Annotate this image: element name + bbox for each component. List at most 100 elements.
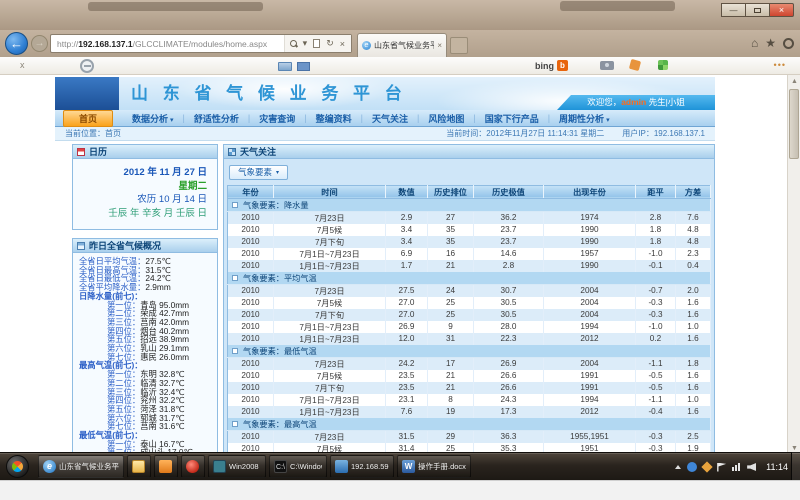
cell: -0.5	[636, 382, 676, 394]
nav-item-2[interactable]: 舒适性分析	[185, 112, 248, 125]
col-header-6: 距平	[636, 185, 676, 198]
minimize-button[interactable]: —	[721, 3, 746, 17]
cell: 25	[428, 297, 474, 309]
stop-icon[interactable]: ×	[337, 39, 348, 49]
taskbar-button-4[interactable]: Win2008 (VS2...	[208, 455, 266, 478]
taskbar-button-5[interactable]: C:\C:\Windows\s...	[269, 455, 327, 478]
sidebar: 日历 2012 年 11 月 27 日 星期二 农历 10 月 14 日 壬辰 …	[72, 144, 218, 455]
cell: 1月1日~7月23日	[274, 260, 386, 272]
browser-tab[interactable]: e 山东省气候业务平... ×	[357, 33, 447, 57]
network-icon[interactable]	[732, 463, 741, 471]
cell: -0.4	[636, 406, 676, 418]
nav-item-0[interactable]: 首页	[63, 110, 113, 127]
taskbar-button-2[interactable]	[154, 455, 178, 478]
taskbar-button-7[interactable]: W操作手册.docx ...	[397, 455, 471, 478]
blocked-popup-icon[interactable]	[80, 59, 94, 73]
cell: 2010	[228, 248, 274, 260]
search-icon[interactable]	[290, 40, 298, 48]
tab-close-icon[interactable]: ×	[434, 41, 442, 50]
expand-box-icon[interactable]	[232, 421, 238, 427]
close-button[interactable]: ×	[769, 3, 794, 17]
cell: 21	[428, 382, 474, 394]
tab-title: 山东省气候业务平...	[374, 40, 434, 51]
group-label-cell[interactable]: 气象要素：最高气温	[228, 418, 711, 431]
cell: 2010	[228, 224, 274, 236]
nav-item-6[interactable]: 风险地图	[419, 112, 473, 125]
nav-item-8[interactable]: 周期性分析▾	[550, 112, 619, 125]
volume-icon[interactable]	[747, 463, 756, 471]
cell: 12.0	[386, 333, 428, 345]
element-selector-button[interactable]: 气象要素 ▾	[229, 165, 288, 180]
group-label-cell[interactable]: 气象要素：降水量	[228, 198, 711, 211]
browser-action-icons: ⌂ ★	[751, 36, 794, 50]
cell: 27	[428, 211, 474, 224]
content-row: 日历 2012 年 11 月 27 日 星期二 农历 10 月 14 日 壬辰 …	[55, 141, 715, 455]
nav-item-7[interactable]: 国家下行产品	[476, 112, 548, 125]
cell: 7月下旬	[274, 236, 386, 248]
update-icon[interactable]	[701, 461, 712, 472]
search-dropdown-icon[interactable]: ▾	[300, 38, 311, 49]
nav-item-3[interactable]: 灾害查询	[250, 112, 304, 125]
browser-viewport: 山 东 省 气 候 业 务 平 台 欢迎您，admin 先生|小姐 首页数据分析…	[0, 75, 800, 455]
cell: 1994	[544, 321, 636, 333]
cell: 24.2	[386, 357, 428, 370]
table-row: 20107月下旬27.02530.52004-0.31.6	[228, 309, 711, 321]
cell: 2.0	[676, 284, 711, 297]
scrollbar-thumb[interactable]	[789, 89, 799, 159]
nav-item-1[interactable]: 数据分析▾	[123, 112, 183, 125]
card-icon[interactable]	[278, 62, 292, 71]
expand-box-icon[interactable]	[232, 202, 238, 208]
ime-icon[interactable]	[687, 462, 697, 472]
taskbar-button-1[interactable]	[127, 455, 151, 478]
mail-icon[interactable]	[297, 62, 310, 71]
show-desktop-button[interactable]	[791, 452, 800, 480]
refresh-icon[interactable]: ↻	[323, 38, 337, 49]
desktop-screen: — × ← → http://192.168.137.1/GLCCLIMATE/…	[0, 0, 800, 500]
people-icon[interactable]	[629, 59, 641, 71]
cell: -1.0	[636, 321, 676, 333]
expand-box-icon[interactable]	[232, 275, 238, 281]
expand-box-icon[interactable]	[232, 348, 238, 354]
start-button[interactable]	[6, 455, 29, 478]
home-icon[interactable]: ⌂	[751, 36, 758, 50]
taskbar-button-3[interactable]	[181, 455, 205, 478]
chevron-icon[interactable]	[675, 465, 681, 469]
scroll-up-icon[interactable]: ▲	[788, 75, 800, 88]
cell: 1.0	[676, 394, 711, 406]
cell: 16	[428, 248, 474, 260]
cell: 1991	[544, 382, 636, 394]
browser-scrollbar[interactable]: ▲ ▼	[787, 75, 800, 455]
maximize-button[interactable]	[745, 3, 770, 17]
back-button[interactable]: ←	[5, 32, 28, 55]
nav-item-5[interactable]: 天气关注	[363, 112, 417, 125]
camera-icon[interactable]	[600, 61, 614, 70]
media-icon	[186, 460, 199, 473]
tools-gear-icon[interactable]	[783, 38, 794, 49]
toolbar-more-icon[interactable]: •••	[774, 60, 786, 70]
taskbar-button-0[interactable]: e山东省气候业务平...	[38, 455, 124, 478]
cell: 1.6	[676, 382, 711, 394]
col-header-7: 方差	[676, 185, 711, 198]
group-label-cell[interactable]: 气象要素：最低气温	[228, 345, 711, 358]
cell: 2.5	[676, 430, 711, 443]
flag-icon[interactable]	[717, 463, 726, 472]
taskbar-button-6[interactable]: 192.168.59.99...	[330, 455, 394, 478]
cell: 14.6	[474, 248, 544, 260]
group-label-cell[interactable]: 气象要素：平均气温	[228, 272, 711, 285]
address-bar[interactable]: http://192.168.137.1/GLCCLIMATE/modules/…	[50, 34, 352, 53]
nav-item-4[interactable]: 整编资料	[307, 112, 361, 125]
cell: 23.1	[386, 394, 428, 406]
cell: 25	[428, 309, 474, 321]
forward-button[interactable]: →	[31, 35, 48, 52]
table-row: 20101月1日~7月23日1.7212.81990-0.10.4	[228, 260, 711, 272]
bing-logo[interactable]: bing b	[535, 60, 568, 71]
cell: 26.6	[474, 382, 544, 394]
compatibility-icon[interactable]	[313, 39, 320, 48]
toolbar-close-icon[interactable]: x	[20, 60, 25, 70]
favorites-star-icon[interactable]: ★	[765, 36, 776, 50]
taskbar-clock[interactable]: 11:14	[766, 462, 788, 472]
new-tab-button[interactable]	[450, 37, 468, 54]
cell: 21	[428, 260, 474, 272]
calendar-panel-header: 日历	[73, 145, 217, 159]
apps-grid-icon[interactable]	[658, 60, 668, 70]
